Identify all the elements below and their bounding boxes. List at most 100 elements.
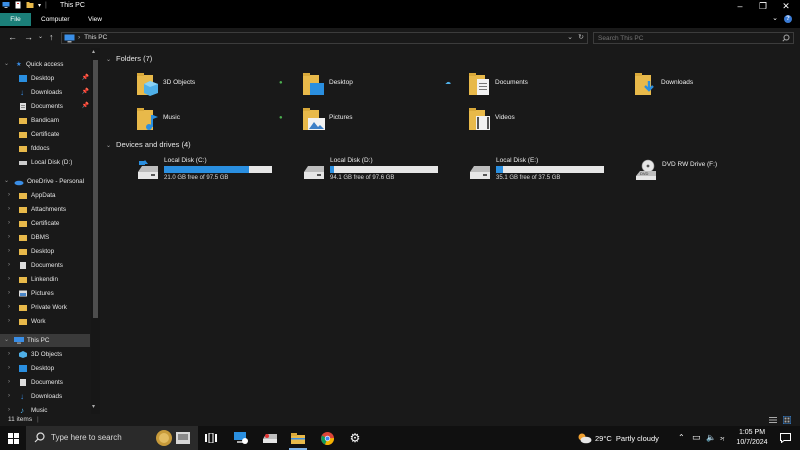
sidebar-item-fddocs[interactable]: fddocs <box>0 142 90 155</box>
show-hidden-icons-chevron-icon[interactable]: ⌃ <box>678 433 685 443</box>
up-arrow-icon[interactable]: ↑ <box>49 32 54 42</box>
sidebar-item-3d-objects[interactable]: › 3D Objects <box>0 348 90 361</box>
address-bar[interactable]: › This PC ⌄ ↻ <box>61 32 588 44</box>
sidebar-item-linkendin[interactable]: › Linkendin <box>0 273 90 286</box>
expand-chevron-icon[interactable]: › <box>8 203 10 216</box>
taskbar-app-drive[interactable] <box>259 426 281 450</box>
new-folder-icon[interactable] <box>26 1 34 9</box>
tab-file[interactable]: File <box>0 13 31 26</box>
sidebar-item-documents[interactable]: › Documents <box>0 376 90 389</box>
breadcrumb[interactable]: › This PC <box>78 34 107 41</box>
taskbar-app-remote[interactable] <box>230 426 252 450</box>
collapse-chevron-icon[interactable]: ⌄ <box>4 58 9 71</box>
volume-icon[interactable]: 🔈 <box>706 433 716 443</box>
expand-chevron-icon[interactable]: › <box>8 231 10 244</box>
sidebar-item-attachments[interactable]: › Attachments <box>0 203 90 216</box>
sidebar-item-this-pc[interactable]: ⌄ This PC <box>0 334 90 347</box>
drive-item-dvd[interactable]: DVD DVD RW Drive (F:) <box>634 156 794 186</box>
scrollbar-thumb[interactable] <box>93 60 98 318</box>
sidebar-item-local-disk-d[interactable]: Local Disk (D:) <box>0 156 90 169</box>
back-arrow-icon[interactable]: ← <box>8 32 17 42</box>
collapse-chevron-icon[interactable]: ⌄ <box>106 143 111 149</box>
expand-chevron-icon[interactable]: › <box>8 362 10 375</box>
start-button[interactable] <box>0 426 26 450</box>
collapse-chevron-icon[interactable]: ⌄ <box>106 57 111 63</box>
expand-chevron-icon[interactable]: › <box>8 348 10 361</box>
sidebar-item-work[interactable]: › Work <box>0 315 90 328</box>
sidebar-item-documents[interactable]: › Documents <box>0 259 90 272</box>
folder-item-music[interactable]: Music <box>136 106 296 136</box>
maximize-button[interactable]: ❐ <box>752 0 774 12</box>
forward-arrow-icon[interactable]: → <box>24 32 33 42</box>
taskbar-app-file-explorer[interactable] <box>287 426 309 450</box>
folder-item-3d-objects[interactable]: 3D Objects <box>136 71 296 101</box>
sidebar-item-dbms[interactable]: › DBMS <box>0 231 90 244</box>
breadcrumb-this-pc[interactable]: This PC <box>84 34 107 41</box>
folders-group-header[interactable]: ⌄ Folders (7) <box>106 54 152 63</box>
sidebar-item-music[interactable]: › ♪ Music <box>0 404 90 414</box>
search-box[interactable] <box>593 32 794 44</box>
details-view-icon[interactable] <box>769 416 777 424</box>
sidebar-item-documents[interactable]: Documents 📌 <box>0 100 90 113</box>
sidebar-item-quick-access[interactable]: ⌄ ★ Quick access <box>0 58 90 71</box>
taskbar-app-chrome[interactable] <box>316 426 338 450</box>
sidebar-item-desktop[interactable]: › Desktop <box>0 362 90 375</box>
notifications-button[interactable] <box>775 426 795 450</box>
expand-chevron-icon[interactable]: › <box>8 315 10 328</box>
sidebar-item-appdata[interactable]: › AppData <box>0 189 90 202</box>
address-dropdown-icon[interactable]: ⌄ <box>567 33 573 41</box>
expand-chevron-icon[interactable]: › <box>8 287 10 300</box>
large-icons-view-icon[interactable] <box>783 416 791 424</box>
expand-chevron-icon[interactable]: › <box>8 259 10 272</box>
language-indicator-icon[interactable]: স <box>720 434 724 444</box>
expand-chevron-icon[interactable]: › <box>8 404 10 414</box>
collapse-chevron-icon[interactable]: ⌄ <box>4 175 9 188</box>
expand-chevron-icon[interactable]: › <box>8 245 10 258</box>
sidebar-item-pictures[interactable]: › Pictures <box>0 287 90 300</box>
taskbar-app-settings[interactable]: ⚙ <box>344 426 366 450</box>
folder-item-pictures[interactable]: Pictures <box>302 106 462 136</box>
sidebar-item-certificate[interactable]: Certificate <box>0 128 90 141</box>
sidebar-item-downloads[interactable]: › ↓ Downloads <box>0 390 90 403</box>
customize-qa-icon[interactable]: ▾ <box>38 2 41 9</box>
expand-chevron-icon[interactable]: › <box>8 189 10 202</box>
tab-view[interactable]: View <box>82 13 108 26</box>
task-view-button[interactable] <box>200 426 222 450</box>
folder-item-desktop[interactable]: Desktop <box>302 71 462 101</box>
network-icon[interactable]: ▭ <box>692 432 701 444</box>
sidebar-item-certificate[interactable]: › Certificate <box>0 217 90 230</box>
minimize-button[interactable]: – <box>729 0 751 12</box>
drives-group-header[interactable]: ⌄ Devices and drives (4) <box>106 140 191 149</box>
drive-item-e[interactable]: Local Disk (E:) 35.1 GB free of 37.5 GB <box>468 156 628 186</box>
sidebar-item-downloads[interactable]: ↓ Downloads 📌 <box>0 86 90 99</box>
help-icon[interactable]: ? <box>784 15 792 23</box>
folder-item-downloads[interactable]: Downloads <box>634 71 794 101</box>
drive-item-c[interactable]: Local Disk (C:) 21.0 GB free of 97.5 GB <box>136 156 296 186</box>
expand-chevron-icon[interactable]: › <box>8 390 10 403</box>
sidebar-item-bandicam[interactable]: Bandicam <box>0 114 90 127</box>
properties-icon[interactable] <box>14 1 22 9</box>
weather-widget[interactable]: 29°C Partly cloudy <box>574 426 674 450</box>
sidebar-scrollbar[interactable]: ▴ ▾ <box>91 48 100 414</box>
refresh-icon[interactable]: ↻ <box>578 33 584 41</box>
folder-item-documents[interactable]: Documents <box>468 71 628 101</box>
folder-item-videos[interactable]: Videos <box>468 106 628 136</box>
expand-ribbon-icon[interactable]: ⌄ <box>772 14 778 22</box>
scroll-down-arrow-icon[interactable]: ▾ <box>92 403 95 410</box>
search-input[interactable] <box>598 34 778 43</box>
collapse-chevron-icon[interactable]: ⌄ <box>4 334 9 347</box>
sidebar-item-onedrive[interactable]: ⌄ OneDrive - Personal <box>0 175 90 188</box>
taskbar-search[interactable]: Type here to search <box>26 426 198 450</box>
clock[interactable]: 1:05 PM 10/7/2024 <box>734 426 770 450</box>
sidebar-item-desktop[interactable]: Desktop 📌 <box>0 72 90 85</box>
drive-item-d[interactable]: Local Disk (D:) 94.1 GB free of 97.6 GB <box>302 156 462 186</box>
expand-chevron-icon[interactable]: › <box>8 376 10 389</box>
tab-computer[interactable]: Computer <box>35 13 76 26</box>
expand-chevron-icon[interactable]: › <box>8 217 10 230</box>
sidebar-item-desktop[interactable]: › Desktop <box>0 245 90 258</box>
expand-chevron-icon[interactable]: › <box>8 301 10 314</box>
close-button[interactable]: ✕ <box>775 0 797 12</box>
scroll-up-arrow-icon[interactable]: ▴ <box>92 48 95 55</box>
expand-chevron-icon[interactable]: › <box>8 273 10 286</box>
recent-locations-icon[interactable]: ⌄ <box>38 32 43 42</box>
